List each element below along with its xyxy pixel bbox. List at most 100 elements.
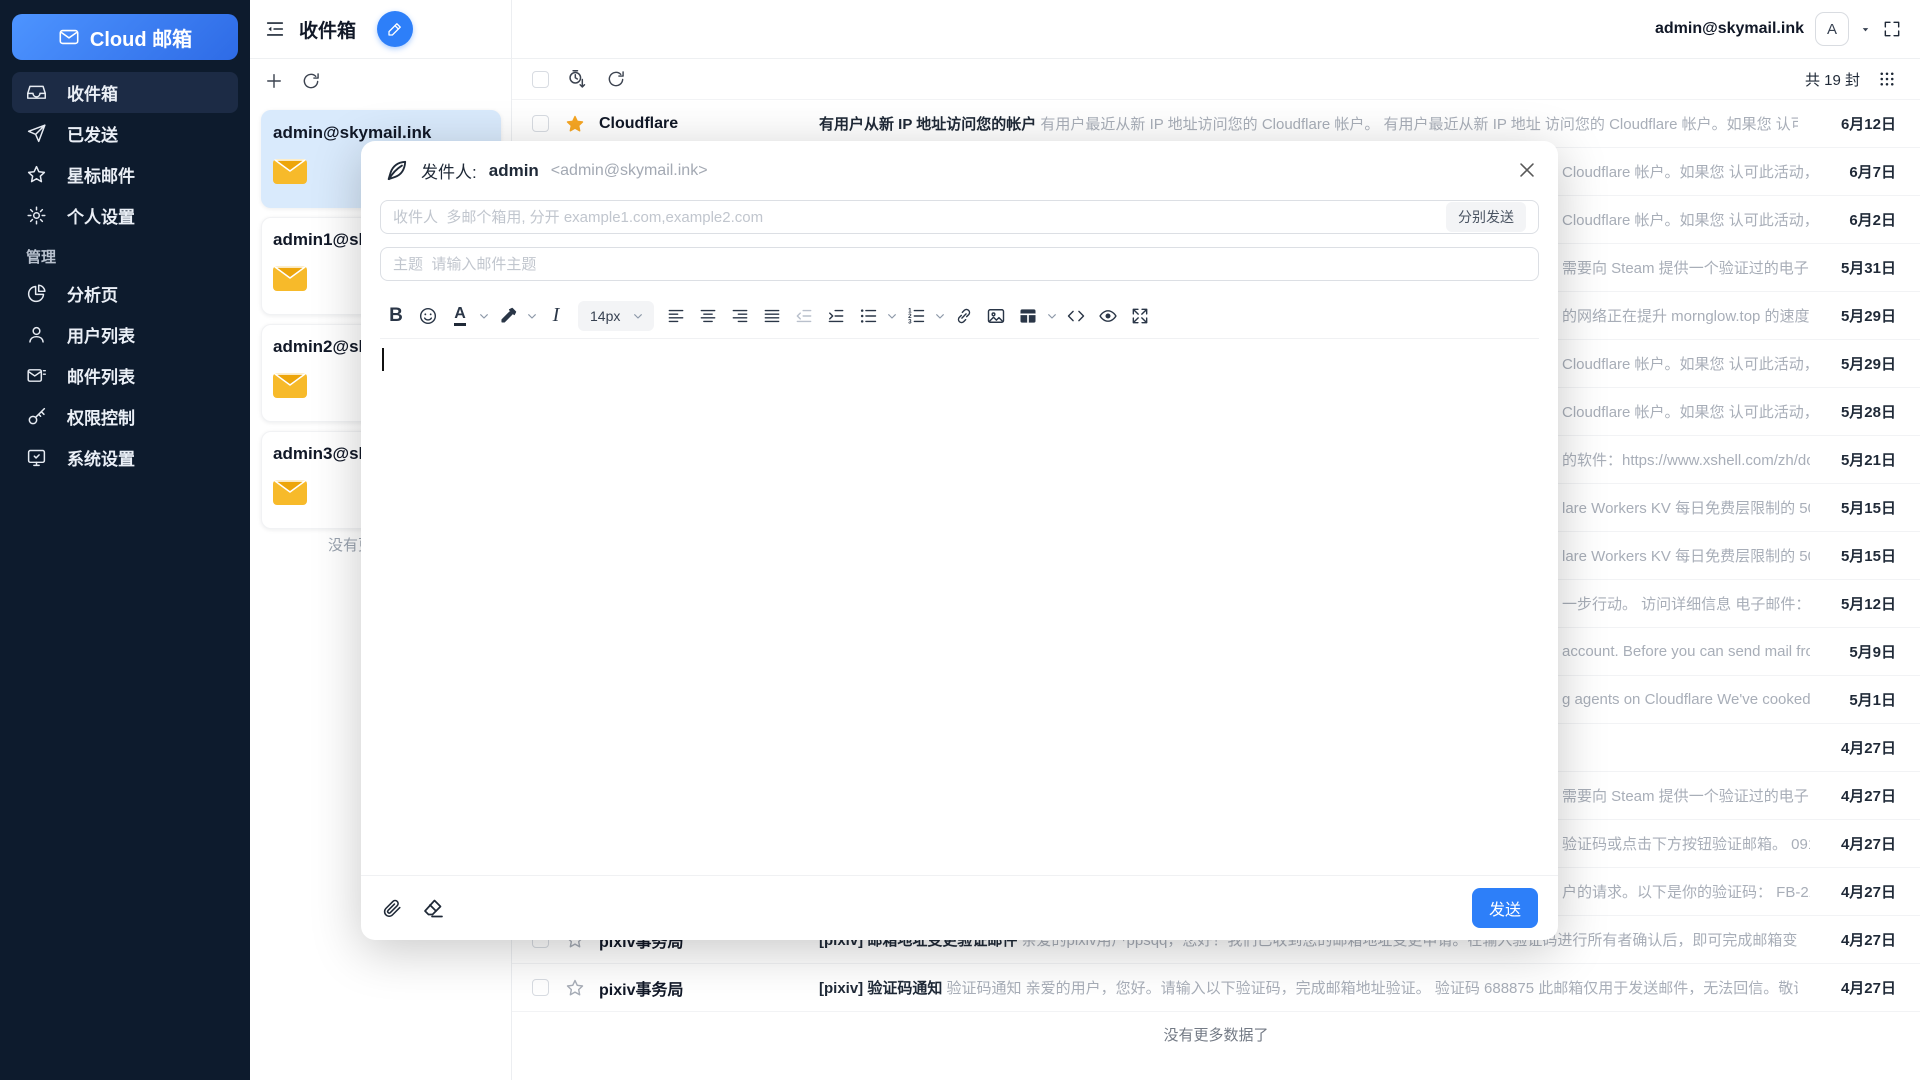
from-name: admin	[489, 161, 539, 181]
sidebar-item-user[interactable]: 用户列表	[12, 314, 238, 355]
add-mailbox-button[interactable]	[264, 71, 284, 91]
sidebar-item-label: 系统设置	[67, 445, 135, 470]
row-date: 6月7日	[1814, 161, 1896, 182]
emoji-button[interactable]	[412, 300, 444, 332]
ordered-list-button[interactable]: 123	[900, 300, 932, 332]
chevron-down-icon[interactable]	[1860, 24, 1871, 35]
star-icon[interactable]	[565, 978, 585, 998]
sidebar-item-monitor[interactable]: 系统设置	[12, 437, 238, 478]
separate-send-button[interactable]: 分别发送	[1446, 202, 1526, 232]
row-preview-fragment: 需要向 Steam 提供一个验证过的电子邮件地...	[1562, 257, 1810, 278]
brand-logo-button[interactable]: Cloud 邮箱	[12, 14, 238, 60]
send-icon	[26, 123, 47, 144]
recipients-input[interactable]	[393, 209, 1436, 226]
grid-view-icon[interactable]	[1878, 70, 1896, 88]
sidebar-item-inbox[interactable]: 收件箱	[12, 72, 238, 113]
font-size-select[interactable]: 14px	[578, 301, 654, 331]
menu-fold-icon[interactable]	[264, 18, 286, 40]
link-button[interactable]	[948, 300, 980, 332]
italic-icon: I	[553, 304, 560, 327]
sort-by-time-icon[interactable]	[567, 69, 588, 90]
panel-title: 收件箱	[299, 16, 356, 43]
envelope-icon	[273, 480, 307, 505]
bullet-list-button[interactable]	[852, 300, 884, 332]
row-date: 4月27日	[1814, 785, 1896, 806]
sidebar-item-label: 星标邮件	[67, 162, 135, 187]
image-button[interactable]	[980, 300, 1012, 332]
row-date: 5月21日	[1814, 449, 1896, 470]
sidebar-item-mail-list[interactable]: 邮件列表	[12, 355, 238, 396]
mailbox-panel-header: 收件箱	[250, 0, 511, 59]
eye-button[interactable]	[1092, 300, 1124, 332]
compose-button[interactable]	[377, 11, 413, 47]
font-color-button[interactable]: A	[444, 300, 476, 332]
key-icon	[26, 406, 47, 427]
chevron-icon	[476, 308, 492, 324]
align-justify-button[interactable]	[756, 300, 788, 332]
row-subject: [pixiv] 验证码通知	[819, 980, 942, 997]
chevron-down-icon[interactable]	[1044, 300, 1060, 332]
star-icon[interactable]	[565, 114, 585, 134]
refresh-list-button[interactable]	[606, 69, 626, 89]
subject-input[interactable]	[393, 256, 1526, 273]
code-button[interactable]	[1060, 300, 1092, 332]
monitor-icon	[26, 447, 47, 468]
from-address: <admin@skymail.ink>	[551, 162, 708, 180]
table-button[interactable]	[1012, 300, 1044, 332]
align-left-button[interactable]	[660, 300, 692, 332]
italic-button[interactable]: I	[540, 300, 572, 332]
eraser-icon[interactable]	[421, 896, 445, 920]
chevron-down-icon[interactable]	[476, 300, 492, 332]
sidebar-item-key[interactable]: 权限控制	[12, 396, 238, 437]
row-sender: pixiv事务局	[599, 976, 819, 1000]
close-icon[interactable]	[1516, 159, 1538, 181]
sidebar-item-label: 用户列表	[67, 322, 135, 347]
highlight-button[interactable]	[492, 300, 524, 332]
sidebar-item-star[interactable]: 星标邮件	[12, 154, 238, 195]
fullscreen-icon[interactable]	[1882, 19, 1902, 39]
sidebar-item-label: 收件箱	[67, 80, 118, 105]
sidebar-item-pie[interactable]: 分析页	[12, 273, 238, 314]
brand-label: Cloud 邮箱	[90, 23, 192, 52]
code-icon	[1066, 306, 1086, 326]
refresh-mailboxes-button[interactable]	[301, 71, 321, 91]
row-date: 5月12日	[1814, 593, 1896, 614]
bold-button[interactable]: B	[380, 300, 412, 332]
sidebar-item-gear[interactable]: 个人设置	[12, 195, 238, 236]
current-account-email: admin@skymail.ink	[1655, 20, 1804, 38]
chevron-icon	[630, 308, 646, 324]
row-preview: 有用户最近从新 IP 地址访问您的 Cloudflare 帐户。 有用户最近从新…	[1036, 116, 1798, 133]
compose-body[interactable]	[380, 340, 1539, 875]
recipients-field: 分别发送	[380, 200, 1539, 234]
sidebar-item-label: 邮件列表	[67, 363, 135, 388]
font-size-value: 14px	[590, 308, 620, 324]
sidebar-item-label: 已发送	[67, 121, 118, 146]
send-button[interactable]: 发送	[1472, 888, 1538, 928]
row-date: 5月28日	[1814, 401, 1896, 422]
row-preview-fragment: 需要向 Steam 提供一个验证过的电子邮件地...	[1562, 785, 1810, 806]
chevron-down-icon[interactable]	[932, 300, 948, 332]
row-checkbox[interactable]	[532, 115, 549, 132]
chevron-down-icon[interactable]	[884, 300, 900, 332]
bold-icon: B	[389, 305, 403, 327]
sidebar-item-send[interactable]: 已发送	[12, 113, 238, 154]
align-center-button[interactable]	[692, 300, 724, 332]
align-right-button[interactable]	[724, 300, 756, 332]
align-left-icon	[666, 306, 686, 326]
compose-header: 发件人: admin <admin@skymail.ink>	[361, 141, 1558, 200]
chevron-down-icon[interactable]	[524, 300, 540, 332]
attachment-icon[interactable]	[381, 897, 403, 919]
sidebar-nav: 收件箱已发送星标邮件个人设置管理分析页用户列表邮件列表权限控制系统设置	[12, 72, 238, 478]
row-checkbox[interactable]	[532, 979, 549, 996]
align-center-icon	[698, 306, 718, 326]
row-preview-fragment: Cloudflare 帐户。如果您 认可此活动，无需...	[1562, 161, 1810, 182]
row-date: 5月31日	[1814, 257, 1896, 278]
row-preview-fragment: account. Before you can send mail from a…	[1562, 643, 1810, 660]
avatar[interactable]: A	[1815, 12, 1849, 46]
select-all-checkbox[interactable]	[532, 71, 549, 88]
expand-button[interactable]	[1124, 300, 1156, 332]
row-preview-fragment: Cloudflare 帐户。如果您 认可此活动，无需...	[1562, 209, 1810, 230]
indent-button[interactable]	[820, 300, 852, 332]
mail-row[interactable]: pixiv事务局[pixiv] 验证码通知 验证码通知 亲爱的用户，您好。请输入…	[512, 964, 1920, 1012]
list-end-text: 没有更多数据了	[512, 1024, 1920, 1045]
